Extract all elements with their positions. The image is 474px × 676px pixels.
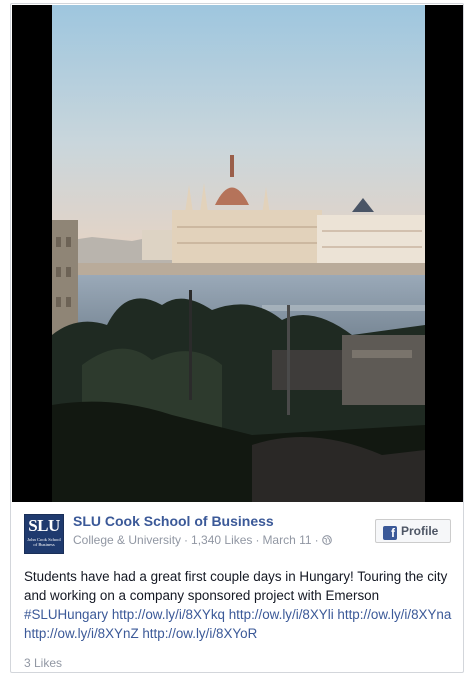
page-likes-count[interactable]: 1,340 Likes [191, 533, 252, 547]
post-body: Students have had a great first couple d… [24, 567, 454, 643]
page-name-link[interactable]: SLU Cook School of Business [73, 513, 274, 529]
post-date[interactable]: March 11 [262, 533, 311, 547]
post-text: Students have had a great first couple d… [24, 569, 448, 603]
meta-separator: · [314, 533, 319, 547]
post-likes[interactable]: 3 Likes [24, 656, 62, 670]
post-link[interactable]: http://ow.ly/i/8XYnZ [24, 626, 139, 641]
post-media[interactable] [12, 5, 463, 502]
profile-button-label: Profile [401, 524, 439, 538]
globe-icon [321, 535, 332, 545]
post-photo[interactable] [52, 5, 425, 502]
page-category: College & University [73, 533, 182, 547]
meta-separator: · [184, 533, 189, 547]
post-meta: College & University · 1,340 Likes · March 1… [73, 533, 332, 547]
post-link[interactable]: http://ow.ly/i/8XYkq [112, 607, 225, 622]
post-header: SLU John Cook School of Business SLU Coo… [24, 512, 454, 558]
post-link[interactable]: http://ow.ly/i/8XYna [337, 607, 451, 622]
facebook-icon: f [383, 526, 397, 540]
post-link[interactable]: http://ow.ly/i/8XYoR [142, 626, 257, 641]
profile-button[interactable]: f Profile [375, 519, 451, 543]
meta-separator: · [255, 533, 260, 547]
page-logo[interactable]: SLU John Cook School of Business [24, 514, 64, 554]
hashtag-link[interactable]: #SLUHungary [24, 607, 108, 622]
post-link[interactable]: http://ow.ly/i/8XYli [229, 607, 334, 622]
logo-text: SLU [28, 516, 60, 535]
post-card: SLU John Cook School of Business SLU Coo… [10, 3, 464, 673]
logo-subtext: John Cook School of Business [27, 537, 61, 547]
